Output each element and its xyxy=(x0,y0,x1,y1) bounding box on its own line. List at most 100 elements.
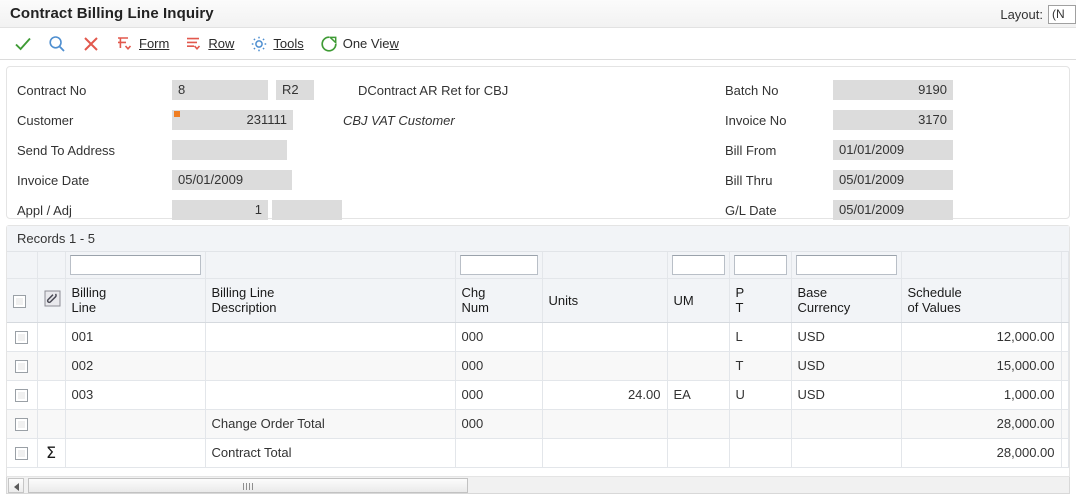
cell-base-currency: USD xyxy=(791,380,901,409)
select-all-checkbox[interactable] xyxy=(13,295,26,308)
cell-units xyxy=(542,438,667,467)
row-attachment-cell[interactable] xyxy=(37,351,65,380)
form-menu-button[interactable]: Form xyxy=(108,30,177,58)
row-select-cell[interactable] xyxy=(7,438,37,467)
cell-units xyxy=(542,409,667,438)
filter-pt-input[interactable] xyxy=(734,255,787,275)
cell-units: 24.00 xyxy=(542,380,667,409)
bill-from-field[interactable]: 01/01/2009 xyxy=(833,140,953,160)
row-checkbox[interactable] xyxy=(15,331,28,344)
find-button[interactable] xyxy=(40,30,74,58)
row-attachment-cell[interactable] xyxy=(37,322,65,351)
scroll-left-arrow[interactable] xyxy=(8,478,24,493)
customer-row: Customer 231111 CBJ VAT Customer xyxy=(17,105,508,135)
header-line-2: Num xyxy=(462,300,489,315)
row-attachment-cell[interactable]: Σ xyxy=(37,438,65,467)
delete-button[interactable] xyxy=(74,30,108,58)
ok-button[interactable] xyxy=(6,30,40,58)
row-label: Row xyxy=(208,36,234,51)
header-line-1: Billing Line xyxy=(212,285,275,300)
row-attachment-cell[interactable] xyxy=(37,409,65,438)
filter-cell-checkbox xyxy=(7,252,37,278)
filter-cell-pt xyxy=(729,252,791,278)
filter-billing-line-input[interactable] xyxy=(70,255,201,275)
contract-no-field[interactable]: 8 xyxy=(172,80,268,100)
row-checkbox[interactable] xyxy=(15,447,28,460)
filter-base-currency-input[interactable] xyxy=(796,255,897,275)
layout-select[interactable]: (N xyxy=(1048,5,1076,24)
tools-menu-button[interactable]: Tools xyxy=(242,30,311,58)
cell-end xyxy=(1061,438,1069,467)
table-row[interactable]: 002000TUSD15,000.00 xyxy=(7,351,1069,380)
contract-type-field[interactable]: R2 xyxy=(276,80,314,100)
batch-no-field[interactable]: 9190 xyxy=(833,80,953,100)
table-row[interactable]: 001000LUSD12,000.00 xyxy=(7,322,1069,351)
adj-field[interactable] xyxy=(272,200,342,220)
scrollbar-thumb[interactable] xyxy=(28,478,468,493)
table-row[interactable]: 00300024.00EAUUSD1,000.00 xyxy=(7,380,1069,409)
bill-thru-field[interactable]: 05/01/2009 xyxy=(833,170,953,190)
attachment-header xyxy=(37,278,65,322)
column-header-billing-line[interactable]: Billing Line xyxy=(65,278,205,322)
invoice-date-label: Invoice Date xyxy=(17,173,172,188)
cell-pt: U xyxy=(729,380,791,409)
invoice-no-field[interactable]: 3170 xyxy=(833,110,953,130)
send-to-address-field[interactable] xyxy=(172,140,287,160)
column-header-base-currency[interactable]: Base Currency xyxy=(791,278,901,322)
scrollbar-track[interactable] xyxy=(24,478,1068,493)
appl-field[interactable]: 1 xyxy=(172,200,268,220)
row-select-cell[interactable] xyxy=(7,380,37,409)
row-select-cell[interactable] xyxy=(7,322,37,351)
cell-description: Contract Total xyxy=(205,438,455,467)
batch-no-label: Batch No xyxy=(725,83,833,98)
customer-value: 231111 xyxy=(247,112,288,127)
cell-um xyxy=(667,438,729,467)
scrollbar-grip-icon xyxy=(243,483,253,490)
invoice-no-row: Invoice No 3170 xyxy=(725,105,953,135)
filter-chg-num-input[interactable] xyxy=(460,255,538,275)
column-header-um[interactable]: UM xyxy=(667,278,729,322)
row-icon xyxy=(185,35,203,53)
toolbar: Form Row Tools One xyxy=(0,28,1076,60)
bill-thru-label: Bill Thru xyxy=(725,173,833,188)
filter-um-input[interactable] xyxy=(672,255,725,275)
bill-from-row: Bill From 01/01/2009 xyxy=(725,135,953,165)
table-row[interactable]: ΣContract Total28,000.00 xyxy=(7,438,1069,467)
row-checkbox[interactable] xyxy=(15,389,28,402)
row-select-cell[interactable] xyxy=(7,351,37,380)
cell-description xyxy=(205,380,455,409)
table-header-row: Billing Line Billing Line Description Ch… xyxy=(7,278,1069,322)
row-menu-button[interactable]: Row xyxy=(177,30,242,58)
column-header-schedule-of-values[interactable]: Schedule of Values xyxy=(901,278,1061,322)
header-line-1: Chg xyxy=(462,285,486,300)
filter-cell-attachment xyxy=(37,252,65,278)
row-checkbox[interactable] xyxy=(15,418,28,431)
row-attachment-cell[interactable] xyxy=(37,380,65,409)
invoice-date-field[interactable]: 05/01/2009 xyxy=(172,170,292,190)
row-select-cell[interactable] xyxy=(7,409,37,438)
customer-label: Customer xyxy=(17,113,172,128)
cell-um xyxy=(667,322,729,351)
cell-description xyxy=(205,351,455,380)
gl-date-row: G/L Date 05/01/2009 xyxy=(725,195,953,225)
horizontal-scrollbar[interactable] xyxy=(6,477,1070,494)
cell-end xyxy=(1061,351,1069,380)
tools-label: Tools xyxy=(273,36,303,51)
column-header-chg-num[interactable]: Chg Num xyxy=(455,278,542,322)
column-header-description[interactable]: Billing Line Description xyxy=(205,278,455,322)
customer-field[interactable]: 231111 xyxy=(172,110,293,130)
gl-date-field[interactable]: 05/01/2009 xyxy=(833,200,953,220)
one-view-button[interactable]: One View xyxy=(312,30,407,58)
table-row[interactable]: Change Order Total00028,000.00 xyxy=(7,409,1069,438)
check-icon xyxy=(14,35,32,53)
header-line-2: Description xyxy=(212,300,277,315)
row-checkbox[interactable] xyxy=(15,360,28,373)
column-header-units[interactable]: Units xyxy=(542,278,667,322)
contract-no-row: Contract No 8 R2 DContract AR Ret for CB… xyxy=(17,75,508,105)
select-all-header[interactable] xyxy=(7,278,37,322)
column-header-pt[interactable]: P T xyxy=(729,278,791,322)
required-marker-icon xyxy=(174,111,180,117)
invoice-date-row: Invoice Date 05/01/2009 xyxy=(17,165,508,195)
cell-billing-line: 003 xyxy=(65,380,205,409)
cell-end xyxy=(1061,380,1069,409)
